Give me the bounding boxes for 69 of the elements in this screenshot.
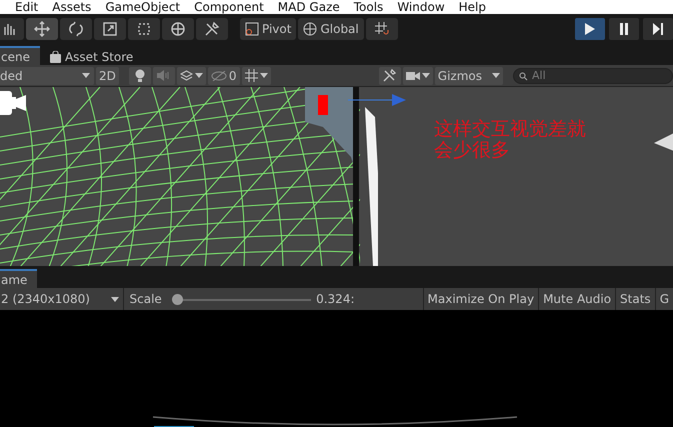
menu-item[interactable]: Tools <box>354 0 398 14</box>
panel-tab[interactable]: Asset Store <box>40 46 144 65</box>
menu-item[interactable]: Edit <box>15 0 52 14</box>
rect-tool-icon <box>136 21 152 37</box>
speaker-icon <box>157 70 170 81</box>
pivot-icon <box>245 22 259 36</box>
snap-button[interactable] <box>366 18 398 40</box>
orientation-gizmo-icon <box>654 133 673 151</box>
caret-icon <box>492 73 500 78</box>
pause-button[interactable] <box>609 18 639 40</box>
menu-item[interactable]: Component <box>194 0 278 14</box>
draw-mode-dropdown[interactable]: ded <box>0 66 94 84</box>
resolution-dropdown[interactable]: 2 (2340x1080) <box>0 288 124 310</box>
play-button[interactable] <box>575 18 605 40</box>
scale-icon <box>102 21 118 37</box>
menu-item[interactable]: GameObject <box>105 0 194 14</box>
lighting-toggle[interactable] <box>128 66 151 84</box>
panel-tab[interactable]: cene <box>0 46 40 65</box>
axis-arrow-icon <box>348 94 408 106</box>
tool-button[interactable] <box>196 18 228 40</box>
search-icon <box>519 72 528 80</box>
menu-item[interactable]: Assets <box>52 0 106 14</box>
tool-button[interactable] <box>60 18 92 40</box>
panel-tab[interactable]: ame <box>0 269 38 288</box>
grid-snap-icon <box>374 21 390 37</box>
step-icon <box>653 23 663 35</box>
tool-button[interactable] <box>162 18 194 40</box>
transform-icon <box>170 21 186 37</box>
caret-icon <box>260 73 268 78</box>
tools-icon <box>204 21 220 37</box>
menu-item[interactable]: Window <box>397 0 459 14</box>
tools-button[interactable] <box>378 66 401 84</box>
search-field[interactable]: All <box>513 68 673 84</box>
audio-toggle[interactable] <box>152 66 175 84</box>
global-button[interactable]: Global <box>298 18 364 40</box>
2d-toggle[interactable]: 2D <box>96 66 119 84</box>
pivot-button[interactable]: Pivot <box>240 18 296 40</box>
caret-icon <box>110 296 119 302</box>
layers-icon <box>180 70 193 82</box>
grid-icon <box>244 69 258 82</box>
effects-dropdown[interactable] <box>176 66 206 84</box>
camera-dropdown[interactable] <box>402 66 433 84</box>
tools-icon <box>383 69 396 82</box>
scale-label: Scale <box>128 292 163 306</box>
tool-button[interactable] <box>0 18 24 40</box>
rotate-icon <box>68 21 84 37</box>
scale-value: 0.324: <box>316 292 356 306</box>
caret-icon <box>194 73 203 78</box>
slider-thumb[interactable] <box>172 294 184 304</box>
tool-button[interactable] <box>94 18 126 40</box>
step-button[interactable] <box>643 18 673 40</box>
caret-icon <box>422 73 430 78</box>
visibility-toggle[interactable]: 0 <box>208 66 240 84</box>
move-icon <box>34 21 50 37</box>
play-icon <box>585 23 595 35</box>
grid-dropdown[interactable] <box>242 66 271 84</box>
caret-icon <box>82 73 90 78</box>
menu-item[interactable]: Help <box>458 0 500 14</box>
menu-item[interactable]: MAD Gaze <box>278 0 354 14</box>
hidden-eye-icon <box>210 70 227 80</box>
light-bulb-icon <box>134 69 145 82</box>
pause-icon <box>619 23 629 35</box>
annotation-text: 这样交互视觉差就会少很多 <box>434 119 586 161</box>
tool-button[interactable] <box>26 18 58 40</box>
globe-icon <box>303 22 318 36</box>
gizmos-dropdown[interactable]: Gizmos <box>434 66 503 84</box>
tool-button[interactable] <box>128 18 160 40</box>
bag-icon <box>50 50 61 62</box>
camera-icon <box>406 70 420 80</box>
